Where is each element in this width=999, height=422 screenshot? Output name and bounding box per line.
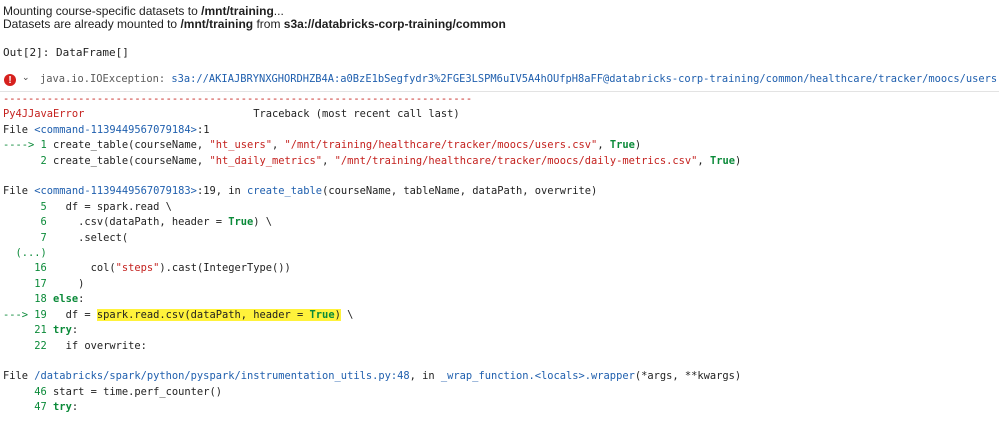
line-number: 22 — [3, 339, 47, 352]
error-circle-icon: ! — [4, 74, 16, 86]
string-literal: "steps" — [115, 262, 160, 275]
keyword: True — [228, 216, 254, 229]
traceback: ----------------------------------------… — [3, 92, 741, 416]
keyword: else — [46, 293, 79, 306]
traceback-dashes: ----------------------------------------… — [3, 93, 473, 105]
code-text: ) — [46, 277, 85, 290]
function-args: (courseName, tableName, dataPath, overwr… — [322, 185, 598, 198]
code-text: : — [71, 324, 79, 337]
line-number: 46 — [3, 385, 47, 398]
keyword: True — [709, 154, 735, 167]
line-number: 18 — [3, 293, 47, 306]
error-type: java.io.IOException: — [40, 73, 166, 85]
keyword: try — [46, 401, 72, 414]
code-text: : — [78, 293, 85, 306]
elided-lines: (...) — [3, 247, 47, 260]
line-number: 16 — [3, 262, 47, 275]
error-message: s3a://AKIAJBRYNXGHORDHZB4A:a0BzE1bSegfyd… — [171, 73, 999, 85]
line-number: 2 — [3, 154, 47, 167]
code-text: .csv(dataPath, header = — [46, 216, 229, 229]
code-text: .select( — [46, 231, 129, 244]
code-text: , in — [409, 370, 441, 383]
mount-source: s3a://databricks-corp-training/common — [283, 17, 506, 31]
frame1-file-link[interactable]: <command-1139449567079184> — [34, 124, 197, 136]
output-label: Out[2]: — [3, 46, 50, 59]
code-text: , — [322, 154, 335, 167]
mount-message-2: Datasets are already mounted to /mnt/tra… — [3, 17, 506, 31]
line-number: 6 — [3, 216, 47, 229]
traceback-title: Traceback (most recent call last) — [253, 108, 460, 121]
frame1-file-prefix: File — [3, 123, 35, 136]
code-text: , — [597, 139, 610, 152]
frame3-file-prefix: File — [3, 370, 35, 383]
highlighted-code: spark.read.csv(dataPath, header = — [96, 308, 310, 321]
keyword: True — [609, 139, 635, 152]
string-literal: "/mnt/training/healthcare/tracker/moocs/… — [284, 139, 598, 152]
code-text: :19, in — [196, 185, 247, 198]
output-line: Out[2]: DataFrame[] — [3, 45, 129, 60]
code-text: create_table(courseName, — [46, 154, 210, 167]
code-text: start = time.perf_counter() — [46, 385, 222, 398]
line-number: 21 — [3, 324, 47, 337]
code-text: ).cast(IntegerType()) — [159, 262, 291, 275]
frame1-code: create_table(courseName, — [46, 139, 210, 152]
chevron-down-icon[interactable]: ⌄ — [22, 73, 30, 83]
function-name: _wrap_function.<locals>.wrapper — [440, 370, 635, 383]
frame2-file-prefix: File — [3, 185, 35, 198]
keyword: True — [309, 308, 335, 321]
mount-message-2-prefix: Datasets are already mounted to — [3, 17, 181, 31]
string-literal: "ht_users" — [209, 139, 273, 152]
mount-message-1-prefix: Mounting course-specific datasets to — [3, 4, 202, 18]
code-text: ) — [634, 139, 642, 152]
code-text: \ — [340, 308, 354, 321]
frame3-file-path[interactable]: /databricks/spark/python/pyspark/instrum… — [34, 370, 409, 382]
string-literal: "/mnt/training/healthcare/tracker/moocs/… — [334, 154, 698, 167]
code-text: : — [71, 401, 79, 414]
frame1-arrow: ----> 1 — [3, 139, 47, 152]
line-number: 5 — [3, 200, 47, 213]
code-text: ) \ — [253, 216, 273, 229]
mount-path-2: /mnt/training — [180, 17, 254, 31]
frame1-file-suffix: :1 — [196, 123, 210, 136]
code-text: col( — [46, 262, 116, 275]
mount-message-1-suffix: ... — [273, 4, 284, 18]
code-text: df = — [46, 308, 97, 321]
frame2-arrow: ---> 19 — [3, 308, 47, 321]
code-text: if overwrite: — [46, 339, 147, 352]
code-text: , — [697, 154, 710, 167]
line-number: 47 — [3, 401, 47, 414]
line-number: 7 — [3, 231, 47, 244]
code-text: df = spark.read \ — [46, 200, 172, 213]
mount-message-2-middle: from — [253, 17, 284, 31]
function-args: (*args, **kwargs) — [634, 370, 742, 383]
mount-message-1: Mounting course-specific datasets to /mn… — [3, 4, 284, 18]
line-number: 17 — [3, 277, 47, 290]
function-name: create_table — [246, 185, 323, 198]
mount-path: /mnt/training — [201, 4, 274, 18]
keyword: try — [46, 324, 72, 337]
code-text: ) — [734, 154, 742, 167]
exception-name: Py4JJavaError — [3, 108, 85, 121]
code-text: , — [272, 139, 285, 152]
frame2-file-link[interactable]: <command-1139449567079183> — [34, 185, 197, 197]
output-value: DataFrame[] — [49, 46, 129, 59]
error-summary[interactable]: java.io.IOException: s3a://AKIAJBRYNXGHO… — [40, 72, 999, 87]
string-literal: "ht_daily_metrics" — [209, 154, 323, 167]
